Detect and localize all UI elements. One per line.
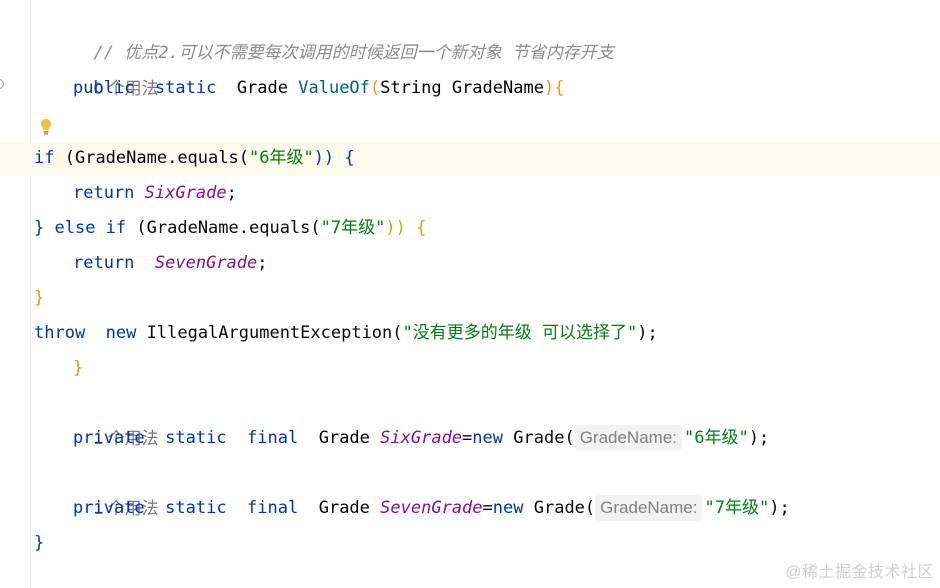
keyword-return: return xyxy=(73,183,135,203)
code-line-comment[interactable]: // 优点2.可以不需要每次调用的时候返回一个新对象 节省内存开支 xyxy=(73,1,613,63)
gutter-separator xyxy=(30,0,31,588)
code-comment: // 优点2.可以不需要每次调用的时候返回一个新对象 节省内存开支 xyxy=(93,43,614,63)
keyword-new: new xyxy=(472,428,504,448)
field-ref-seven: SevenGrade xyxy=(154,253,258,273)
code-line-else-if[interactable]: } else if (GradeName.equals("7年级")) { xyxy=(34,211,426,246)
statement-end: ); xyxy=(748,428,770,448)
string-literal: "6年级" xyxy=(684,428,749,448)
code-line-return-seven[interactable]: return SevenGrade; xyxy=(73,246,268,281)
close-brace: } xyxy=(34,533,45,553)
keyword-static: static xyxy=(154,78,217,98)
field-name-seven: SevenGrade xyxy=(380,498,483,518)
keyword-new: new xyxy=(492,498,524,518)
string-literal: "7年级" xyxy=(320,218,386,238)
code-line-usage-seven[interactable]: 1 个用法 xyxy=(73,456,158,518)
statement-end: ); xyxy=(637,323,658,343)
code-line-method-signature[interactable]: public static Grade ValueOf(String Grade… xyxy=(73,71,564,106)
param-type: String xyxy=(380,78,442,98)
semicolon: ; xyxy=(257,253,268,273)
keyword-return: return xyxy=(73,253,135,273)
field-type: Grade xyxy=(318,498,370,518)
code-line-throw[interactable]: throw new IllegalArgumentException("没有更多… xyxy=(34,316,658,351)
return-type: Grade xyxy=(236,78,288,98)
code-line-field-six[interactable]: private static final Grade SixGrade=new … xyxy=(73,421,769,456)
code-line-return-six[interactable]: return SixGrade; xyxy=(73,176,237,211)
keyword-public: public xyxy=(73,78,135,98)
keyword-new: new xyxy=(105,323,137,343)
method-open-brace: { xyxy=(554,78,565,98)
if-expression: (GradeName.equals( xyxy=(64,148,249,168)
else-if-close: )) { xyxy=(385,218,427,238)
keyword-private: private xyxy=(73,498,145,518)
keyword-final: final xyxy=(247,428,299,448)
else-if-expression: (GradeName.equals( xyxy=(136,218,321,238)
param-name: GradeName xyxy=(451,78,544,98)
keyword-static: static xyxy=(165,498,227,518)
keyword-else-if: else if xyxy=(54,218,127,238)
code-line-usage-six[interactable]: 1 个用法 xyxy=(73,386,158,448)
string-literal: "7年级" xyxy=(704,498,770,518)
assign-operator: = xyxy=(482,498,493,518)
lightbulb-icon[interactable] xyxy=(40,118,52,136)
keyword-final: final xyxy=(247,498,299,518)
exception-class: IllegalArgumentException( xyxy=(146,323,403,343)
string-literal: "6年级" xyxy=(248,148,314,168)
string-literal: "没有更多的年级 可以选择了" xyxy=(402,323,638,343)
code-line-usage-top[interactable]: 0 个用法 xyxy=(73,36,158,98)
close-brace: } xyxy=(34,218,45,238)
code-line-close-method[interactable]: } xyxy=(73,351,83,386)
gutter-mark-icon[interactable] xyxy=(0,79,4,89)
statement-end: ); xyxy=(769,498,790,518)
constructor-call: Grade( xyxy=(513,428,575,448)
parameter-hint: GradeName: xyxy=(574,425,683,451)
keyword-if: if xyxy=(34,148,55,168)
field-ref-six: SixGrade xyxy=(144,183,227,203)
code-line-field-seven[interactable]: private static final Grade SevenGrade=ne… xyxy=(73,491,790,526)
watermark: @稀土掘金技术社区 xyxy=(785,564,934,581)
assign-operator: = xyxy=(462,428,473,448)
method-name: ValueOf xyxy=(298,78,370,98)
field-type: Grade xyxy=(318,428,370,448)
code-line-if[interactable]: if (GradeName.equals("6年级")) { xyxy=(34,141,355,176)
semicolon: ; xyxy=(226,183,237,203)
code-line-close-if[interactable]: } xyxy=(34,281,44,316)
constructor-call: Grade( xyxy=(533,498,596,518)
field-name-six: SixGrade xyxy=(380,428,463,448)
keyword-static: static xyxy=(165,428,227,448)
keyword-throw: throw xyxy=(34,323,86,343)
code-line-close-class[interactable]: } xyxy=(34,526,44,561)
close-brace: } xyxy=(73,358,84,378)
keyword-private: private xyxy=(73,428,145,448)
close-brace: } xyxy=(34,288,45,308)
parameter-hint: GradeName: xyxy=(595,495,703,521)
if-close: )) { xyxy=(313,148,355,168)
